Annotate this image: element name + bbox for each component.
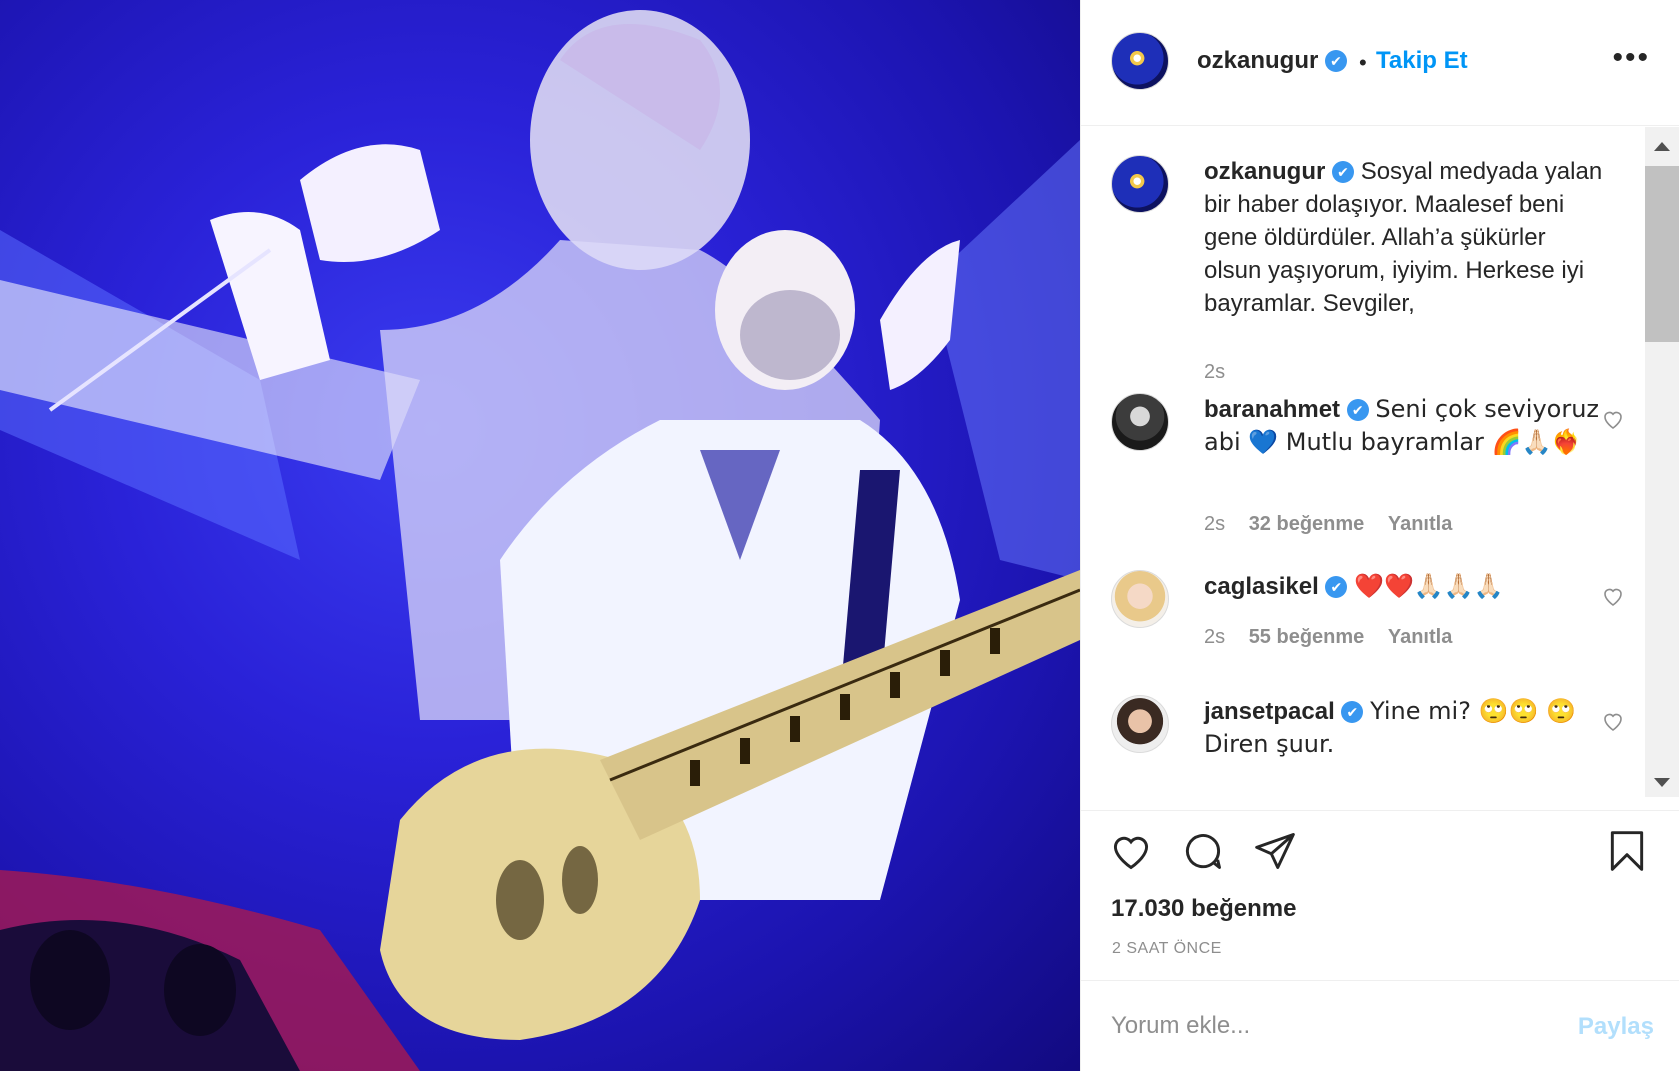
- follow-button[interactable]: Takip Et: [1376, 47, 1468, 75]
- verified-badge-icon: ✔: [1325, 50, 1348, 72]
- comment-likes[interactable]: 55 beğenme: [1249, 626, 1365, 648]
- share-send-icon[interactable]: [1253, 829, 1297, 873]
- like-comment-heart-icon[interactable]: [1601, 407, 1625, 431]
- comment-text: baranahmet ✔ Seni çok seviyoruz abi 💙 Mu…: [1204, 393, 1604, 459]
- post-side-panel: ozkanugur ✔ • Takip Et ••• ozkanugur ✔ S…: [1080, 0, 1679, 1071]
- reply-button[interactable]: Yanıtla: [1388, 626, 1452, 648]
- comment-time[interactable]: 2s: [1204, 513, 1225, 535]
- caption-author-avatar[interactable]: [1111, 155, 1169, 213]
- comment-meta: 2s 32 beğenme Yanıtla: [1204, 513, 1470, 536]
- comments-list[interactable]: ozkanugur ✔ Sosyal medyada yalan bir hab…: [1081, 127, 1679, 810]
- post-timestamp[interactable]: 2 SAAT ÖNCE: [1112, 940, 1222, 958]
- more-options-icon[interactable]: •••: [1612, 43, 1650, 73]
- comment-username[interactable]: baranahmet: [1204, 396, 1340, 423]
- scroll-down-arrow-icon[interactable]: [1654, 778, 1670, 787]
- post-comment-button[interactable]: Paylaş: [1578, 1013, 1654, 1041]
- concert-illustration: [0, 10, 1080, 1071]
- comments-scrollbar-thumb[interactable]: [1645, 166, 1679, 342]
- like-heart-icon[interactable]: [1109, 829, 1153, 873]
- commenter-avatar[interactable]: [1111, 393, 1169, 451]
- comment-username[interactable]: caglasikel: [1204, 573, 1319, 600]
- comment-body: ❤️❤️🙏🏻🙏🏻🙏🏻: [1354, 572, 1504, 600]
- comment-time[interactable]: 2s: [1204, 626, 1225, 648]
- like-comment-heart-icon[interactable]: [1601, 709, 1625, 733]
- caption-time[interactable]: 2s: [1204, 361, 1225, 383]
- add-comment-bar: Paylaş: [1081, 980, 1679, 1071]
- caption-username[interactable]: ozkanugur: [1204, 158, 1325, 185]
- like-comment-heart-icon[interactable]: [1601, 584, 1625, 608]
- verified-badge-icon: ✔: [1325, 576, 1348, 598]
- caption-meta: 2s: [1204, 361, 1243, 384]
- post-photo[interactable]: [0, 0, 1080, 1071]
- author-username[interactable]: ozkanugur ✔: [1197, 47, 1348, 75]
- likes-count[interactable]: 17.030 beğenme: [1111, 895, 1296, 923]
- reply-button[interactable]: Yanıtla: [1388, 513, 1452, 535]
- scroll-up-arrow-icon[interactable]: [1654, 142, 1670, 151]
- comment-input[interactable]: [1111, 1003, 1551, 1049]
- author-username-text[interactable]: ozkanugur: [1197, 47, 1318, 74]
- comment-meta: 2s 55 beğenme Yanıtla: [1204, 626, 1470, 649]
- comment-text: caglasikel ✔ ❤️❤️🙏🏻🙏🏻🙏🏻: [1204, 570, 1604, 603]
- verified-badge-icon: ✔: [1332, 161, 1355, 183]
- commenter-avatar[interactable]: [1111, 570, 1169, 628]
- comment-likes[interactable]: 32 beğenme: [1249, 513, 1365, 535]
- caption-text: ozkanugur ✔ Sosyal medyada yalan bir hab…: [1204, 155, 1604, 320]
- verified-badge-icon: ✔: [1346, 399, 1369, 421]
- comment-text: jansetpacal ✔ Yine mi? 🙄🙄 🙄 Diren şuur.: [1204, 695, 1604, 761]
- post-header: ozkanugur ✔ • Takip Et •••: [1081, 0, 1679, 126]
- save-bookmark-icon[interactable]: [1605, 829, 1649, 873]
- comment-username[interactable]: jansetpacal: [1204, 698, 1335, 725]
- commenter-avatar[interactable]: [1111, 695, 1169, 753]
- author-avatar[interactable]: [1111, 32, 1169, 90]
- comment-bubble-icon[interactable]: [1181, 829, 1225, 873]
- separator-dot: •: [1359, 50, 1367, 75]
- verified-badge-icon: ✔: [1341, 701, 1364, 723]
